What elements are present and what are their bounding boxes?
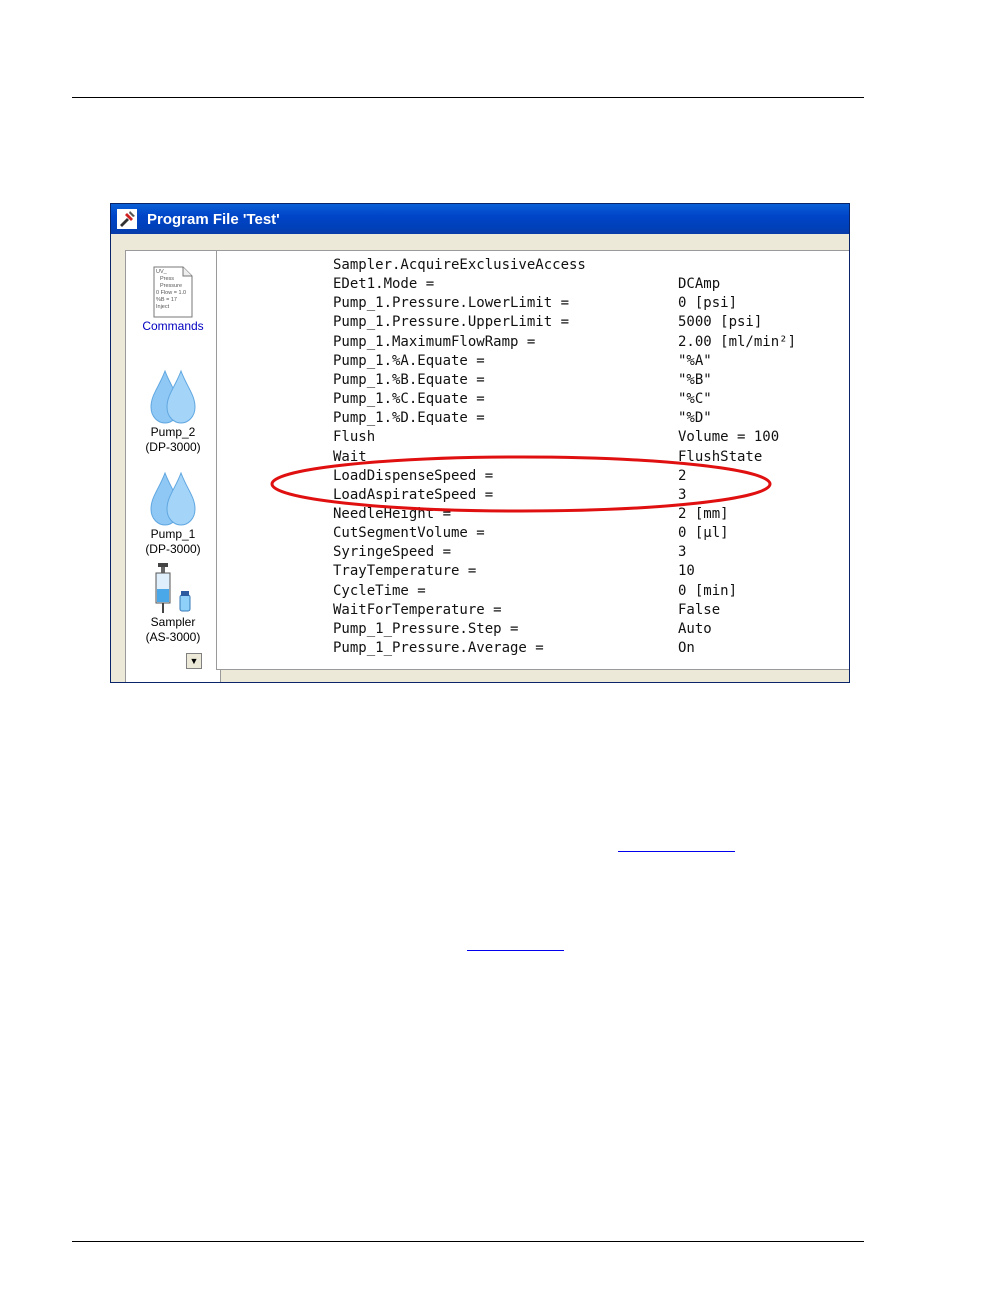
device-label-commands: Commands: [142, 319, 204, 333]
command-text: CycleTime =: [333, 582, 426, 599]
command-value: 2.00 [ml/min²]: [678, 333, 797, 350]
device-model-pump-1: (DP-3000): [145, 542, 201, 556]
device-model-sampler: (AS-3000): [145, 630, 201, 644]
command-text: Pump_1.%B.Equate =: [333, 371, 485, 388]
hyperlink-underline[interactable]: [467, 950, 564, 951]
commands-document-icon: UV_ Press Pressure 0 Flow = 1.0 %B = 17 Injec…: [153, 266, 193, 318]
command-text: Pump_1_Pressure.Average =: [333, 640, 544, 656]
command-text: Pump_1.%C.Equate =: [333, 391, 485, 408]
command-text: WaitForTemperature =: [333, 601, 502, 618]
program-file-icon: [117, 209, 137, 229]
command-value: On: [678, 640, 695, 656]
command-text: Pump_1.%A.Equate =: [333, 352, 485, 369]
command-value: 3: [678, 544, 687, 561]
command-value: 10: [678, 563, 695, 580]
command-value: "%B": [678, 371, 712, 388]
command-value: "%A": [678, 352, 712, 369]
pump-drops-icon: [150, 369, 196, 424]
device-label-sampler: Sampler: [150, 615, 196, 629]
command-value: Volume = 100: [678, 429, 780, 446]
command-text: Pump_1.Pressure.LowerLimit =: [333, 295, 570, 312]
command-text: CutSegmentVolume =: [333, 525, 485, 542]
command-value: DCAmp: [678, 276, 721, 293]
device-panel: UV_ Press Pressure 0 Flow = 1.0 %B = 17 Injec…: [125, 250, 221, 682]
command-value: 0 [psi]: [678, 295, 738, 312]
window-title: Program File 'Test': [147, 210, 280, 228]
title-bar[interactable]: Program File 'Test': [111, 204, 849, 234]
device-commands[interactable]: UV_ Press Pressure 0 Flow = 1.0 %B = 17 Injec…: [126, 265, 220, 334]
command-text: Sampler.AcquireExclusiveAccess: [333, 257, 586, 273]
device-model-pump-2: (DP-3000): [145, 440, 201, 454]
command-text: Pump_1.Pressure.UpperLimit =: [333, 314, 570, 331]
command-text: Pump_1.%D.Equate =: [333, 410, 485, 427]
command-value: "%C": [678, 391, 712, 408]
command-value: 0 [min]: [678, 582, 738, 599]
command-text: SyringeSpeed =: [333, 544, 452, 561]
device-scroll-down-button[interactable]: ▼: [186, 653, 202, 669]
command-text: Pump_1_Pressure.Step =: [333, 620, 519, 637]
device-sampler[interactable]: Sampler (AS-3000): [126, 563, 220, 645]
command-text: Pump_1.MaximumFlowRamp =: [333, 333, 536, 350]
command-value: 0 [µl]: [678, 525, 729, 542]
command-text: EDet1.Mode =: [333, 276, 435, 293]
device-label-pump-2: Pump_2: [150, 425, 196, 439]
program-file-window: Program File 'Test' UV_ Press Pressure 0 Fl…: [110, 203, 850, 683]
command-value: 5000 [psi]: [678, 314, 763, 331]
command-text: TrayTemperature =: [333, 563, 477, 580]
pump-drops-icon: [150, 471, 196, 526]
header-rule: [72, 97, 864, 98]
hyperlink-underline[interactable]: [618, 851, 735, 852]
highlight-ellipse: [270, 455, 772, 513]
footer-rule: [72, 1241, 864, 1242]
device-pump-2[interactable]: Pump_2 (DP-3000): [126, 369, 220, 455]
device-label-pump-1: Pump_1: [150, 527, 196, 541]
command-value: "%D": [678, 410, 712, 427]
command-text: Flush: [333, 429, 376, 446]
command-value: Auto: [678, 620, 712, 637]
syringe-vial-icon: [155, 563, 191, 613]
device-pump-1[interactable]: Pump_1 (DP-3000): [126, 471, 220, 557]
command-value: False: [678, 601, 721, 618]
